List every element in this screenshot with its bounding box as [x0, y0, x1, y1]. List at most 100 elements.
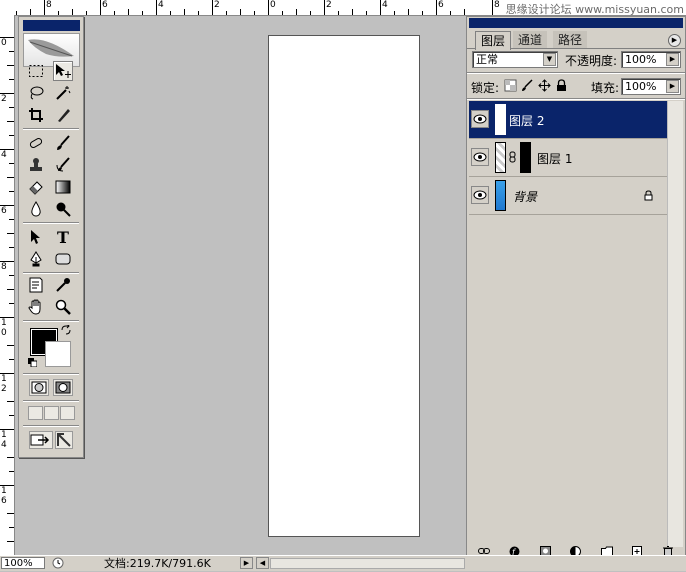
- lock-label: 锁定:: [471, 81, 500, 95]
- document-canvas[interactable]: [268, 35, 420, 537]
- blur-tool-icon[interactable]: [26, 199, 46, 219]
- lock-image-pixels-icon[interactable]: [521, 79, 534, 92]
- ruler-label: 8: [494, 0, 500, 10]
- horizontal-scrollbar[interactable]: [270, 558, 465, 569]
- lock-transparency-icon[interactable]: [504, 79, 517, 92]
- toolbox-titlebar[interactable]: [23, 20, 80, 31]
- status-info-icon[interactable]: [51, 557, 65, 569]
- ruler-label: 6: [1, 496, 7, 506]
- ruler-label: 1: [1, 318, 7, 328]
- vertical-ruler[interactable]: 0 2 4 6 8 1 0 1 2 1 4 1 6: [0, 15, 15, 555]
- horizontal-ruler[interactable]: 8 6 4 2 0 2 4 6 8 思缘设计论坛 www.missyuan.co…: [0, 0, 686, 16]
- chain-link-icon[interactable]: [509, 151, 516, 163]
- screen-mode-standard-button[interactable]: [28, 406, 43, 420]
- healing-brush-icon[interactable]: [26, 133, 46, 153]
- opacity-slider-arrow-icon[interactable]: ▶: [666, 53, 679, 66]
- eye-icon[interactable]: [471, 186, 489, 204]
- panel-menu-button[interactable]: ▶: [668, 34, 681, 47]
- ruler-label: 2: [1, 384, 7, 394]
- layer-row[interactable]: 背景: [469, 177, 667, 215]
- zoom-level-field[interactable]: 100%: [1, 557, 45, 569]
- ruler-label: 1: [1, 374, 7, 384]
- lock-position-icon[interactable]: [538, 79, 551, 92]
- tab-layers[interactable]: 图层: [475, 31, 512, 50]
- fill-slider-arrow-icon[interactable]: ▶: [666, 80, 679, 93]
- toolbox-palette: T: [18, 16, 84, 458]
- layer-name[interactable]: 图层 2: [509, 112, 544, 129]
- fill-value: 100%: [625, 80, 657, 93]
- eye-icon[interactable]: [471, 110, 489, 128]
- eye-icon[interactable]: [471, 148, 489, 166]
- tab-channels[interactable]: 通道: [513, 31, 548, 49]
- clone-stamp-icon[interactable]: [26, 155, 46, 175]
- pen-tool-icon[interactable]: [26, 249, 46, 269]
- ruler-label: 2: [1, 94, 7, 104]
- gradient-tool-icon[interactable]: [53, 177, 73, 197]
- document-size-info: 文档:219.7K/791.6K: [104, 557, 211, 570]
- layers-palette-titlebar[interactable]: [469, 18, 683, 28]
- standard-mode-button[interactable]: [29, 379, 49, 396]
- brush-tool-icon[interactable]: [53, 133, 73, 153]
- ruler-label: 0: [270, 0, 276, 10]
- marquee-tool-icon[interactable]: [26, 61, 46, 81]
- layer-thumbnail[interactable]: [495, 104, 506, 135]
- ruler-label: 6: [438, 0, 444, 10]
- layers-scrollbar[interactable]: [667, 101, 683, 547]
- blend-mode-value: 正常: [476, 53, 498, 66]
- layer-row[interactable]: 图层 2: [469, 101, 667, 139]
- blend-mode-select[interactable]: 正常 ▼: [472, 51, 558, 68]
- quick-mask-mode-button[interactable]: [53, 379, 73, 396]
- zoom-tool-icon[interactable]: [53, 297, 73, 317]
- layer-mask-thumbnail[interactable]: [520, 142, 531, 173]
- hand-tool-icon[interactable]: [26, 297, 46, 317]
- ruler-label: 2: [214, 0, 220, 10]
- layer-lock-icon: [643, 190, 654, 201]
- status-bar: 100% 文档:219.7K/791.6K ▶ ◀: [0, 555, 686, 571]
- opacity-field[interactable]: 100% ▶: [621, 51, 681, 68]
- lock-all-icon[interactable]: [555, 79, 568, 92]
- chevron-down-icon[interactable]: ▼: [543, 53, 556, 66]
- history-brush-icon[interactable]: [53, 155, 73, 175]
- imageready-icon[interactable]: [55, 431, 73, 449]
- ruler-label: 0: [1, 38, 7, 48]
- ruler-label: 2: [326, 0, 332, 10]
- ruler-label: 8: [1, 262, 7, 272]
- status-menu-arrow-icon[interactable]: ▶: [240, 557, 253, 569]
- magic-wand-icon[interactable]: [53, 83, 73, 103]
- ruler-label: 1: [1, 486, 7, 496]
- fill-label: 填充:: [591, 81, 620, 95]
- ruler-label: 4: [1, 150, 7, 160]
- screen-mode-full-menu-button[interactable]: [44, 406, 59, 420]
- slice-tool-icon[interactable]: [53, 105, 73, 125]
- ruler-label: 6: [1, 206, 7, 216]
- crop-tool-icon[interactable]: [26, 105, 46, 125]
- eraser-tool-icon[interactable]: [26, 177, 46, 197]
- type-tool-icon[interactable]: T: [53, 227, 73, 247]
- tab-paths[interactable]: 路径: [553, 31, 588, 49]
- layer-name[interactable]: 图层 1: [537, 150, 572, 167]
- scroll-left-arrow-icon[interactable]: ◀: [256, 557, 269, 569]
- ruler-label: 0: [1, 328, 7, 338]
- ruler-label: 4: [158, 0, 164, 10]
- ruler-label: 4: [382, 0, 388, 10]
- opacity-label: 不透明度:: [565, 54, 618, 68]
- shape-tool-icon[interactable]: [53, 249, 73, 269]
- layer-row[interactable]: 图层 1: [469, 139, 667, 177]
- move-tool-icon[interactable]: [53, 61, 73, 81]
- eyedropper-icon[interactable]: [53, 275, 73, 295]
- jump-to-imageready-button[interactable]: [29, 431, 53, 449]
- layer-thumbnail[interactable]: [495, 180, 506, 211]
- screen-mode-full-button[interactable]: [60, 406, 75, 420]
- notes-tool-icon[interactable]: [26, 275, 46, 295]
- ruler-label: 8: [46, 0, 52, 10]
- path-selection-icon[interactable]: [26, 227, 46, 247]
- swap-colors-icon[interactable]: [61, 323, 71, 335]
- opacity-value: 100%: [625, 53, 657, 66]
- layer-thumbnail[interactable]: [495, 142, 506, 173]
- layer-name[interactable]: 背景: [513, 188, 537, 205]
- fill-field[interactable]: 100% ▶: [621, 78, 681, 95]
- dodge-tool-icon[interactable]: [53, 199, 73, 219]
- default-colors-icon[interactable]: [28, 357, 38, 368]
- lasso-tool-icon[interactable]: [26, 83, 46, 103]
- background-color-swatch[interactable]: [45, 341, 71, 367]
